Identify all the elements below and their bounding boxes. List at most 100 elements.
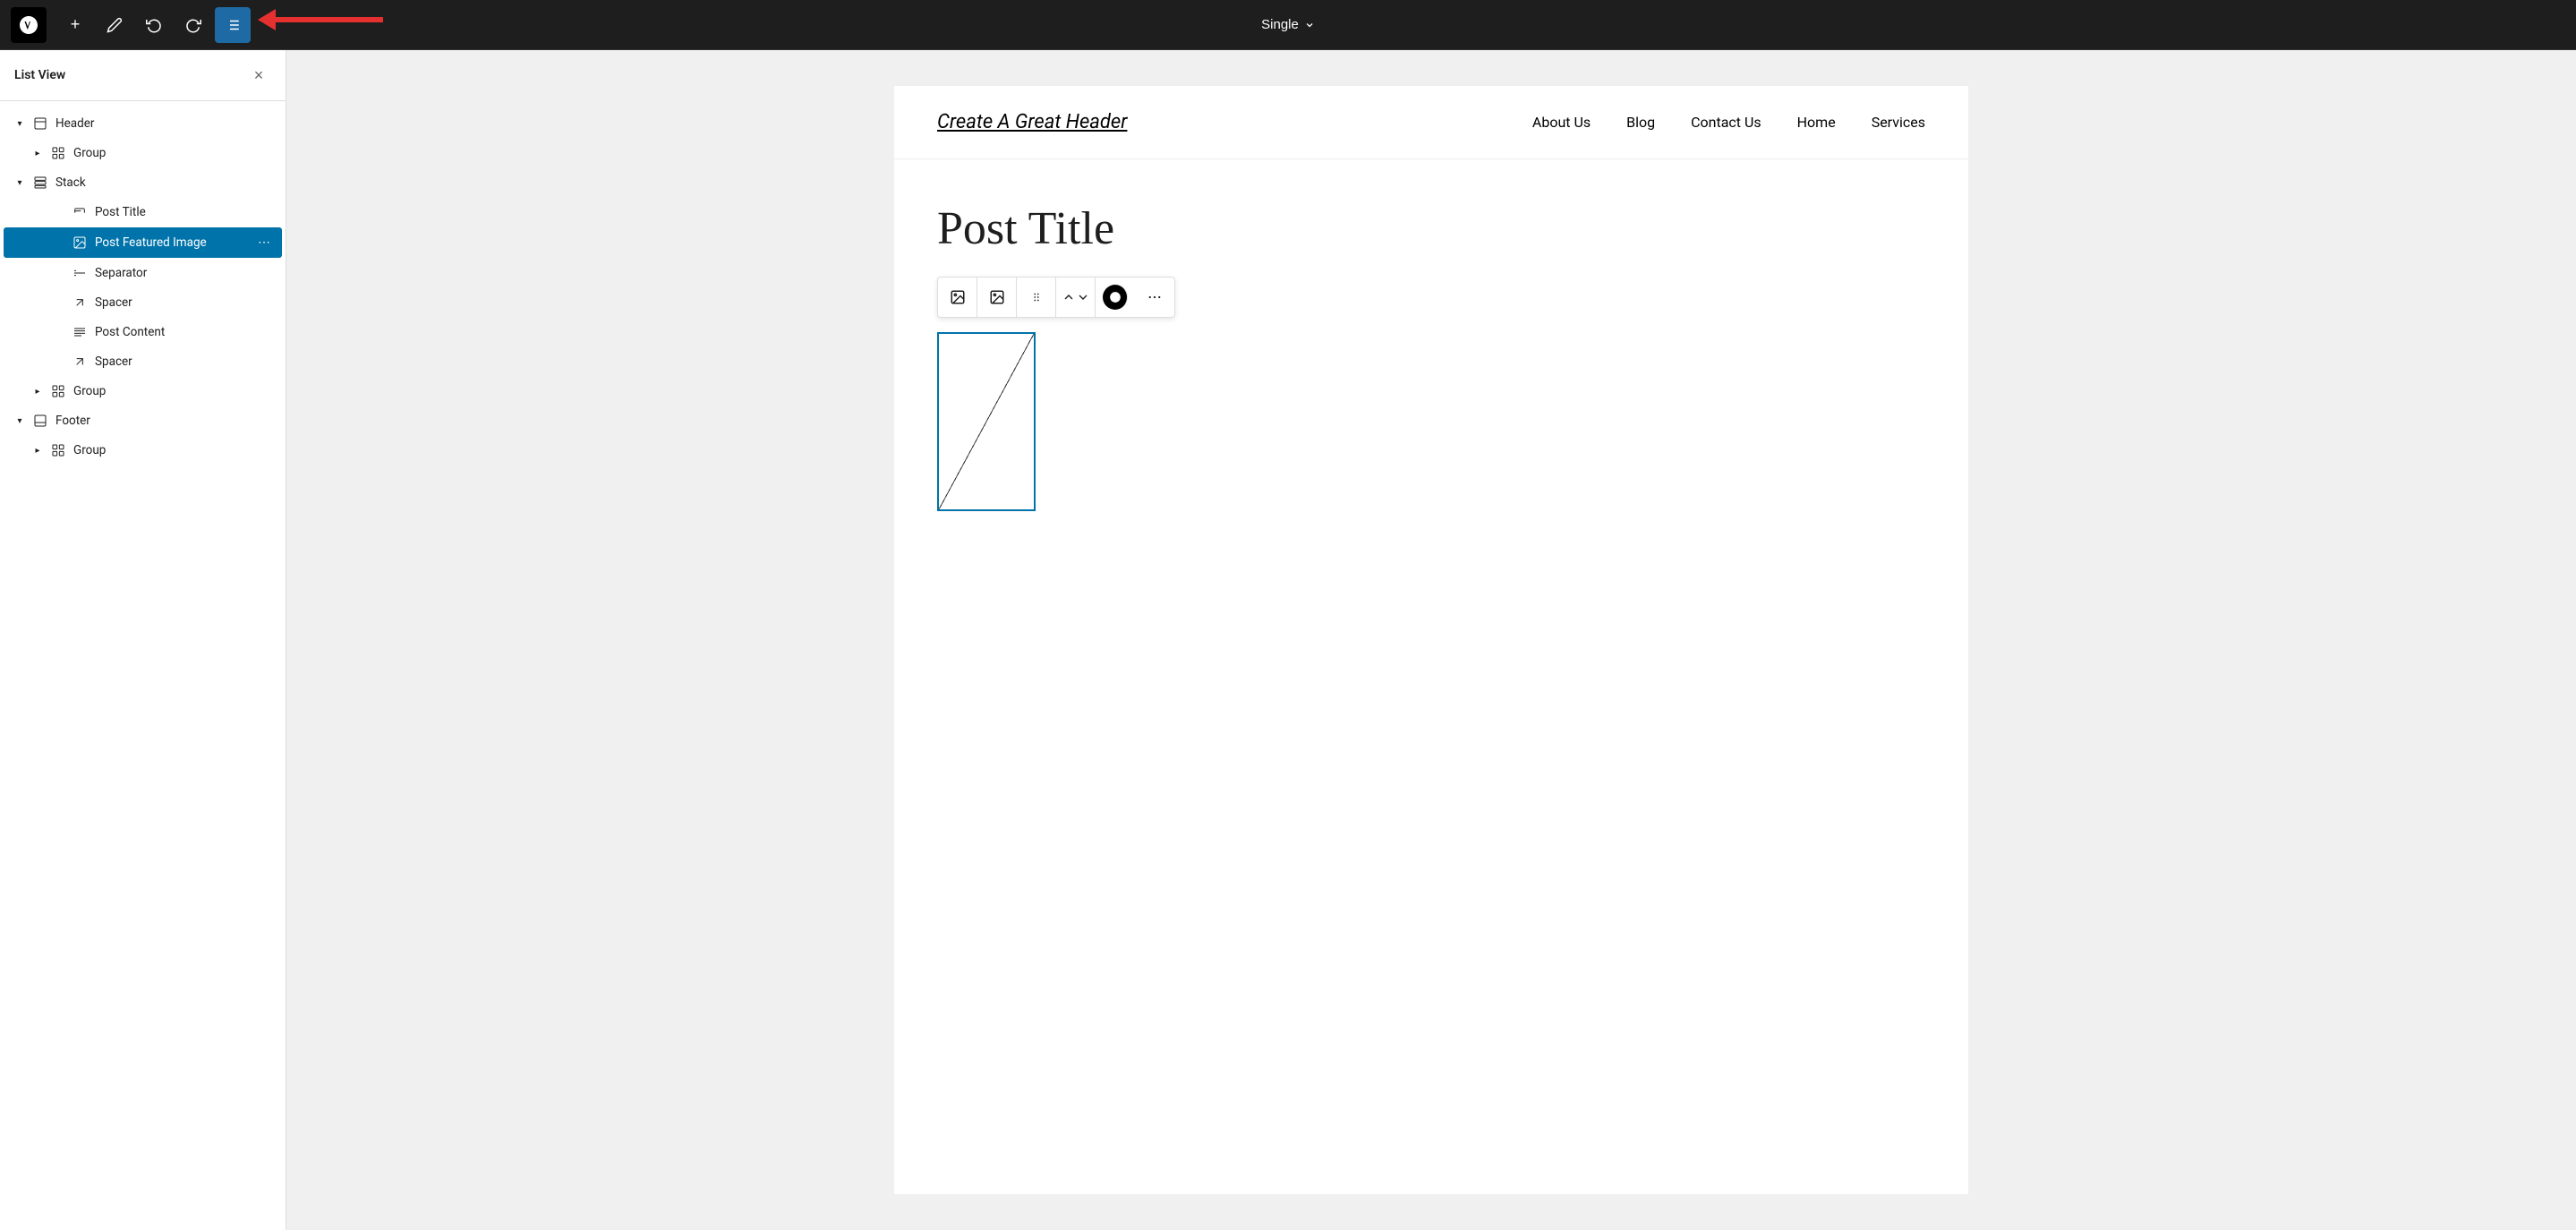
chevron-spacer1: [50, 294, 68, 312]
group2-icon: [48, 381, 68, 401]
tree-item-spacer2[interactable]: Spacer: [4, 347, 282, 376]
edit-icon: [107, 17, 123, 33]
template-icon: [30, 114, 50, 133]
list-view-panel: List View × ▾ Header ▸ Group: [0, 50, 286, 1230]
tree-label-spacer2: Spacer: [95, 354, 275, 369]
footer-icon: [30, 411, 50, 431]
nav-contact-us[interactable]: Contact Us: [1691, 114, 1761, 131]
site-navigation: About Us Blog Contact Us Home Services: [1532, 114, 1925, 131]
tree-label-post-content: Post Content: [95, 325, 275, 339]
chevron-stack: ▾: [11, 174, 29, 192]
redo-icon: [185, 17, 201, 33]
block-toolbar: [937, 277, 1175, 318]
block-type-button[interactable]: [938, 278, 977, 317]
site-logo[interactable]: Create A Great Header: [937, 111, 1127, 133]
tree-item-group1[interactable]: ▸ Group: [4, 139, 282, 167]
tree-label-stack: Stack: [55, 175, 275, 190]
image-align-button[interactable]: [977, 278, 1017, 317]
content-area: Create A Great Header About Us Blog Cont…: [286, 50, 2576, 1230]
red-arrow-annotation: [260, 9, 383, 30]
chevron-post-title: [50, 203, 68, 221]
list-view-button[interactable]: [215, 7, 251, 43]
post-title-display: Post Title: [894, 159, 1968, 277]
nav-home[interactable]: Home: [1797, 114, 1836, 131]
spacer1-icon: [70, 293, 90, 312]
main-layout: List View × ▾ Header ▸ Group: [0, 50, 2576, 1230]
tree-label-separator: Separator: [95, 266, 275, 280]
add-block-button[interactable]: +: [57, 7, 93, 43]
stack-icon: [30, 173, 50, 192]
tree-item-spacer1[interactable]: Spacer: [4, 288, 282, 317]
tree-label-post-title: Post Title: [95, 205, 275, 219]
chevron-separator: [50, 264, 68, 282]
view-selector: Single: [1250, 12, 1326, 38]
arrow-head: [258, 9, 276, 30]
tree-label-group2: Group: [73, 384, 275, 398]
group3-icon: [48, 440, 68, 460]
align-icon: [989, 289, 1005, 305]
tree-label-post-featured-image: Post Featured Image: [95, 235, 253, 250]
drag-icon: [1030, 291, 1043, 303]
redo-button[interactable]: [175, 7, 211, 43]
paint-button[interactable]: [1103, 285, 1128, 310]
title-block-icon: [70, 202, 90, 222]
separator-icon: [70, 263, 90, 283]
top-toolbar: + Single: [0, 0, 2576, 50]
tree-label-spacer1: Spacer: [95, 295, 275, 310]
tree-item-post-title[interactable]: Post Title: [4, 198, 282, 226]
view-label: Single: [1261, 17, 1299, 32]
tree-item-footer[interactable]: ▾ Footer: [4, 406, 282, 435]
nav-services[interactable]: Services: [1872, 114, 1925, 131]
block-tree: ▾ Header ▸ Group ▾ Stack: [0, 101, 286, 473]
site-header-preview: Create A Great Header About Us Blog Cont…: [894, 86, 1968, 159]
group-icon: [48, 143, 68, 163]
chevron-spacer2: [50, 353, 68, 371]
post-content-icon: [70, 322, 90, 342]
more-options-toolbar-button[interactable]: [1135, 278, 1174, 317]
paint-icon: [1109, 291, 1122, 303]
sidebar-title: List View: [14, 68, 65, 82]
more-options-button[interactable]: ⋯: [253, 232, 275, 253]
tree-label-header: Header: [55, 116, 275, 131]
tree-label-group1: Group: [73, 146, 275, 160]
arrow-line: [276, 17, 383, 22]
tree-item-post-featured-image[interactable]: Post Featured Image ⋯: [4, 227, 282, 258]
undo-icon: [146, 17, 162, 33]
tree-item-group2[interactable]: ▸ Group: [4, 377, 282, 406]
tools-button[interactable]: [97, 7, 132, 43]
tree-item-post-content[interactable]: Post Content: [4, 318, 282, 346]
sidebar-header: List View ×: [0, 50, 286, 101]
drag-button[interactable]: [1017, 278, 1056, 317]
move-arrows-icon: [1062, 290, 1076, 304]
tree-item-stack[interactable]: ▾ Stack: [4, 168, 282, 197]
more-dots-icon: [1147, 289, 1163, 305]
chevron-group2: ▸: [29, 382, 47, 400]
undo-button[interactable]: [136, 7, 172, 43]
canvas: Create A Great Header About Us Blog Cont…: [894, 86, 1968, 1194]
featured-image-placeholder[interactable]: [937, 332, 1036, 511]
chevron-header: ▾: [11, 115, 29, 132]
tree-item-group3[interactable]: ▸ Group: [4, 436, 282, 465]
tree-label-footer: Footer: [55, 414, 275, 428]
tree-item-header[interactable]: ▾ Header: [4, 109, 282, 138]
wp-icon: [18, 14, 39, 36]
chevron-group1: ▸: [29, 144, 47, 162]
tree-item-separator[interactable]: Separator: [4, 259, 282, 287]
move-up-down-button[interactable]: [1056, 278, 1096, 317]
view-dropdown-button[interactable]: Single: [1250, 12, 1326, 38]
wordpress-logo: [11, 7, 47, 43]
chevron-group3: ▸: [29, 441, 47, 459]
nav-blog[interactable]: Blog: [1626, 114, 1655, 131]
spacer2-icon: [70, 352, 90, 372]
close-panel-button[interactable]: ×: [246, 63, 271, 88]
chevron-down-icon: [1304, 20, 1315, 30]
chevron-post-content: [50, 323, 68, 341]
move-down-icon: [1076, 290, 1090, 304]
block-h-icon: [950, 289, 966, 305]
chevron-post-image: [50, 234, 68, 252]
featured-image-icon: [70, 233, 90, 252]
tree-label-group3: Group: [73, 443, 275, 457]
list-view-icon: [225, 17, 241, 33]
nav-about-us[interactable]: About Us: [1532, 114, 1591, 131]
chevron-footer: ▾: [11, 412, 29, 430]
